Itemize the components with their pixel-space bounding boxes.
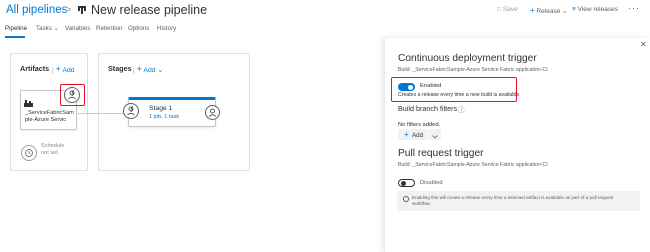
plus-icon: + — [530, 6, 535, 15]
pr-trigger-title: Pull request trigger — [398, 148, 484, 159]
tab-pipeline[interactable]: Pipeline — [5, 25, 27, 32]
info-icon[interactable]: ⓘ — [458, 104, 465, 114]
pr-toggle-label: Disabled — [420, 180, 443, 186]
cd-trigger-subtitle: Build: _ServiceFabricSample-Azure Servic… — [398, 67, 548, 73]
artifact-build-icon — [24, 100, 33, 107]
chevron-down-icon: ⌄ — [53, 25, 59, 32]
person-icon — [208, 108, 217, 117]
release-button[interactable]: + Release ⌄ — [530, 6, 568, 15]
tab-variables[interactable]: Variables — [65, 25, 90, 32]
view-releases-button[interactable]: ≡ View releases — [572, 6, 618, 13]
list-icon: ≡ — [572, 6, 576, 13]
divider: | — [133, 67, 135, 74]
schedule-label: Schedule not set — [41, 143, 65, 156]
artifact-stage-connector — [78, 113, 126, 114]
artifact-name: _ServiceFabricSam ple-Azure Servic — [25, 110, 74, 123]
breadcrumb-separator: > — [65, 4, 72, 16]
close-icon[interactable]: ✕ — [640, 40, 647, 49]
pr-trigger-toggle[interactable] — [398, 179, 415, 187]
tab-history[interactable]: History — [157, 25, 176, 32]
active-tab-indicator — [5, 36, 25, 38]
highlight-cd-toggle — [391, 77, 517, 102]
toggle-knob — [400, 180, 406, 186]
tab-options[interactable]: Options — [128, 25, 149, 32]
page-title[interactable]: New release pipeline — [91, 3, 207, 17]
divider: | — [52, 67, 54, 74]
add-stage-button[interactable]: | + Add ⌄ — [133, 64, 163, 74]
chevron-down-icon: ⌄ — [157, 67, 164, 74]
save-icon: □ — [497, 6, 501, 13]
cd-trigger-title: Continuous deployment trigger — [398, 53, 537, 64]
add-filter-dropdown[interactable] — [429, 129, 441, 140]
stage-name[interactable]: Stage 1 — [149, 105, 172, 112]
plus-icon: + — [136, 64, 142, 74]
plus-icon: + — [55, 64, 61, 74]
chevron-down-icon — [432, 135, 438, 139]
pipeline-icon — [78, 6, 86, 14]
breadcrumb-all-pipelines[interactable]: All pipelines — [6, 4, 67, 16]
stage-card[interactable] — [128, 97, 216, 127]
save-button[interactable]: □ Save — [497, 6, 518, 13]
plus-icon: + — [404, 130, 409, 139]
tab-retention[interactable]: Retention — [96, 25, 123, 32]
post-deployment-conditions-button[interactable] — [205, 105, 220, 120]
schedule-button[interactable] — [21, 145, 37, 161]
pr-info-text: Enabling this will create a release ever… — [412, 195, 614, 207]
chevron-down-icon: ⌄ — [562, 8, 568, 15]
stages-title: Stages — [108, 64, 132, 73]
lightning-person-icon — [127, 105, 135, 116]
no-filters-text: No filters added. — [398, 122, 441, 128]
pr-trigger-subtitle: Build: _ServiceFabricSample-Azure Servic… — [398, 162, 548, 168]
tab-tasks[interactable]: Tasks ⌄ — [36, 25, 59, 32]
clock-icon — [25, 149, 33, 157]
info-icon — [403, 196, 409, 202]
highlight-trigger-button — [60, 84, 85, 106]
add-filter-button[interactable]: + Add — [398, 129, 428, 140]
stage-tasks-link[interactable]: 1 job, 1 task — [149, 114, 179, 120]
add-artifact-button[interactable]: | + Add — [52, 64, 75, 74]
header: All pipelines > New release pipeline □ S… — [0, 0, 650, 22]
build-branch-filters-title: Build branch filters — [398, 104, 458, 113]
artifacts-title: Artifacts — [20, 64, 50, 73]
pre-deployment-conditions-button[interactable] — [123, 103, 139, 119]
more-options-button[interactable]: ··· — [628, 3, 640, 13]
